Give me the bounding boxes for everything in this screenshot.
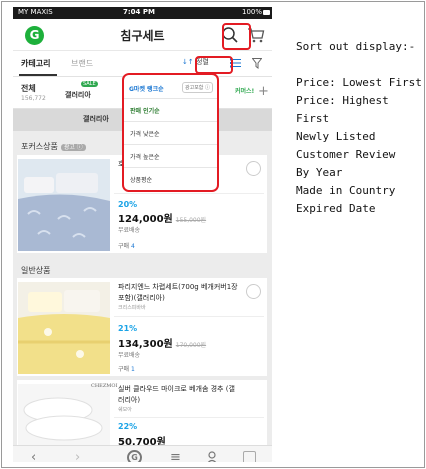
- sort-highlight-box: [195, 56, 233, 74]
- sort-option-review[interactable]: 상품평순: [124, 167, 217, 190]
- note-item: Price: Highest First: [296, 94, 389, 125]
- bottom-navigation: ‹ › G ≡: [13, 445, 272, 462]
- product-thumbnail: [18, 282, 110, 374]
- note-item: Newly Listed: [296, 130, 376, 143]
- profile-icon[interactable]: [206, 451, 218, 462]
- search-highlight-box: [222, 23, 251, 50]
- notes-heading: Sort out display:-: [296, 40, 416, 53]
- ad-tag[interactable]: 광고 ⓘ: [60, 144, 86, 151]
- favorite-heart-icon[interactable]: [246, 161, 261, 176]
- battery-icon: [263, 10, 270, 15]
- product-card[interactable]: CHEZMOI 실버 클라우드 마이크로 베개솜 경추 (갤러리아) 쉐모아 2…: [17, 380, 267, 448]
- battery-label: 100%: [241, 8, 262, 16]
- product-title[interactable]: 실버 클라우드 마이크로 베개솜 경추 (갤러리아): [118, 384, 240, 406]
- product-discount: 22%: [118, 422, 138, 431]
- favorite-heart-icon[interactable]: [246, 284, 261, 299]
- original-price: 155,000원: [175, 217, 207, 224]
- status-time: 7:04 PM: [123, 8, 155, 16]
- category-more-label[interactable]: 커머스!: [235, 86, 254, 95]
- home-g-icon[interactable]: G: [127, 450, 142, 462]
- note-item: Customer Review: [296, 148, 396, 161]
- original-price: 170,000원: [175, 342, 207, 349]
- product-card[interactable]: 파리지엔느 차렵세트(700g 베개커버1장포함)(갤러리아) 크리스피바바 2…: [17, 278, 267, 376]
- product-discount: 21%: [118, 324, 138, 333]
- product-price: 134,300원 170,000원: [118, 339, 207, 350]
- shipping-label: 무료배송: [118, 227, 141, 234]
- phone-screen: MY MAXIS 7:04 PM 100% G 침구세트 카테고리 브랜드 ↓↑…: [13, 7, 272, 462]
- galleria-banner-logo[interactable]: 갤러리아: [83, 114, 109, 124]
- sale-badge: SALE: [81, 81, 98, 87]
- divider: [114, 417, 264, 418]
- note-item: Made in Country: [296, 184, 396, 197]
- status-bar: MY MAXIS 7:04 PM 100%: [13, 7, 272, 19]
- tab-brand[interactable]: 브랜드: [71, 58, 93, 69]
- ad-info-badge[interactable]: 광고포함 ⓘ: [182, 82, 213, 93]
- divider: [114, 316, 264, 317]
- general-section-title: 일반상품: [21, 266, 51, 275]
- purchase-count: 구매 1: [118, 366, 135, 373]
- category-add-icon[interactable]: +: [258, 84, 269, 99]
- product-discount: 20%: [118, 200, 138, 209]
- brand-watermark: CHEZMOI: [91, 383, 118, 389]
- tab-category[interactable]: 카테고리: [21, 58, 50, 69]
- divider: [114, 193, 264, 194]
- sort-arrows-icon: ↓↑: [182, 58, 194, 66]
- tabs-icon[interactable]: [243, 451, 256, 462]
- focus-section-title: 포커스상품 광고 ⓘ: [21, 141, 86, 152]
- back-icon[interactable]: ‹: [31, 450, 36, 462]
- filter-icon[interactable]: [252, 58, 262, 69]
- note-item: Expired Date: [296, 202, 376, 215]
- sort-option-price-low[interactable]: 가격 낮은순: [124, 121, 217, 144]
- note-item: By Year: [296, 166, 343, 179]
- annotation-notes: Sort out display:- Price: Lowest First P…: [296, 38, 426, 218]
- active-tab-underline: [19, 74, 57, 76]
- menu-icon[interactable]: ≡: [170, 450, 181, 462]
- sort-dropdown-header[interactable]: G마켓 랭크순: [129, 84, 164, 93]
- product-thumbnail: [18, 384, 110, 445]
- note-item: Price: Lowest First: [296, 76, 422, 89]
- forward-icon[interactable]: ›: [75, 450, 80, 462]
- sort-option-popular[interactable]: 판매 인기순: [124, 98, 217, 121]
- sort-option-price-high[interactable]: 가격 높은순: [124, 144, 217, 167]
- seller-name: 쉐모아: [118, 407, 132, 413]
- galleria-brand-logo[interactable]: 갤러리아: [65, 90, 91, 100]
- sort-dropdown: G마켓 랭크순 광고포함 ⓘ 판매 인기순 가격 낮은순 가격 높은순 상품평순: [122, 73, 219, 192]
- shipping-label: 무료배송: [118, 352, 141, 359]
- category-all[interactable]: 전체: [21, 83, 36, 94]
- product-price: 124,000원 155,000원: [118, 214, 207, 225]
- seller-name: 크리스피바바: [118, 305, 146, 311]
- purchase-count: 구매 4: [118, 243, 135, 250]
- product-thumbnail: [18, 159, 110, 251]
- carrier-label: MY MAXIS: [18, 8, 53, 16]
- category-all-count: 156,772: [21, 95, 46, 102]
- product-title[interactable]: 파리지엔느 차렵세트(700g 베개커버1장포함)(갤러리아): [118, 282, 240, 304]
